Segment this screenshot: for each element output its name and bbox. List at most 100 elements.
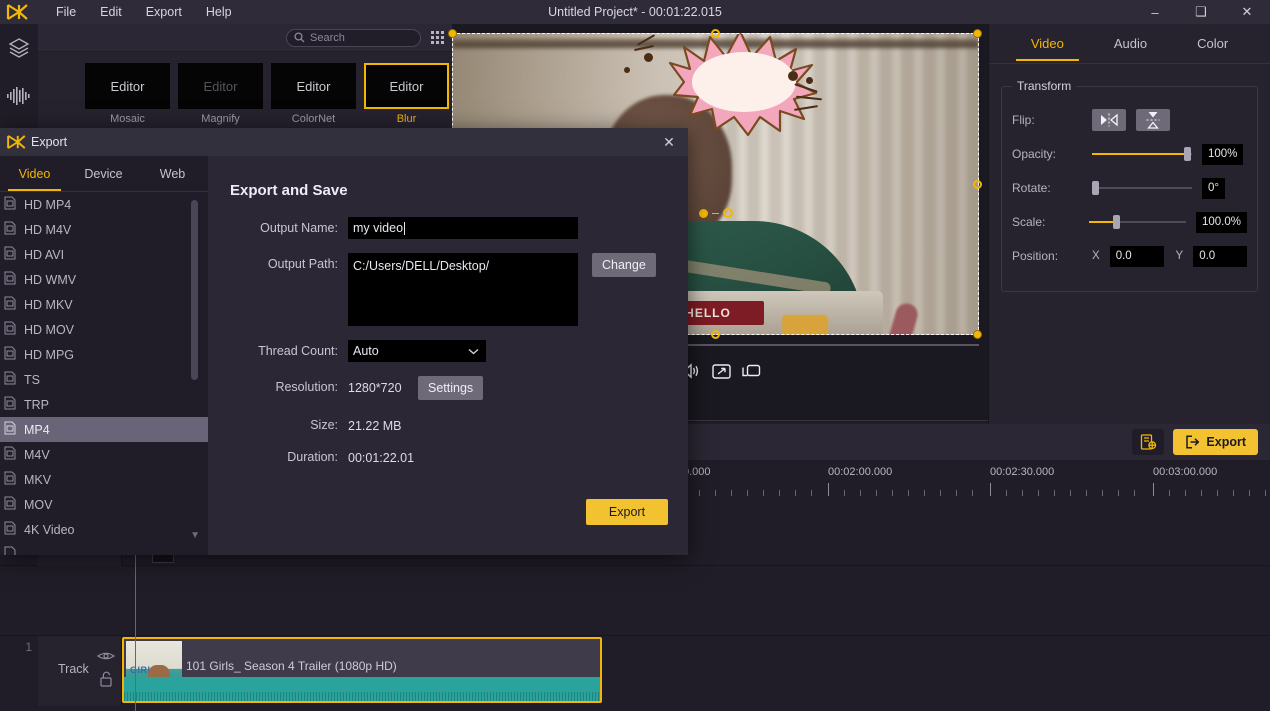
resize-handle-mr[interactable] xyxy=(973,180,982,189)
flip-horizontal-icon[interactable] xyxy=(1092,109,1126,131)
effect-magnify[interactable]: Editor Magnify xyxy=(178,63,263,125)
format-item[interactable]: TS xyxy=(0,367,208,392)
format-item[interactable]: MOV xyxy=(0,492,208,517)
effect-blur[interactable]: Editor Blur xyxy=(364,63,449,125)
change-path-button[interactable]: Change xyxy=(592,253,656,277)
format-file-icon xyxy=(4,496,16,513)
scale-slider[interactable] xyxy=(1089,215,1186,229)
format-file-icon xyxy=(4,321,16,338)
settings-button[interactable]: Settings xyxy=(418,376,484,400)
format-label: M4V xyxy=(24,447,50,462)
resize-handle-tr[interactable] xyxy=(973,29,982,38)
position-x-input[interactable]: 0.0 xyxy=(1109,245,1164,267)
format-item-partial[interactable] xyxy=(0,542,208,555)
effect-mosaic[interactable]: Editor Mosaic xyxy=(85,63,170,125)
tab-audio[interactable]: Audio xyxy=(1112,27,1149,60)
fullscreen-icon[interactable] xyxy=(712,363,731,379)
format-file-icon xyxy=(4,371,16,388)
dialog-tab-video[interactable]: Video xyxy=(0,158,69,191)
flip-vertical-icon[interactable] xyxy=(1136,109,1170,131)
slider-knob[interactable] xyxy=(1113,215,1121,229)
scale-value[interactable]: 100.0% xyxy=(1195,211,1247,233)
tab-color[interactable]: Color xyxy=(1195,27,1230,60)
format-file-icon xyxy=(4,446,16,463)
resize-handle-br[interactable] xyxy=(973,330,982,339)
format-list[interactable]: HD MP4 HD M4V HD AVI HD WMV HD MKV HD MO… xyxy=(0,192,208,555)
format-scrollbar[interactable] xyxy=(191,196,198,541)
format-item[interactable]: MKV xyxy=(0,467,208,492)
resize-handle-tl[interactable] xyxy=(448,29,457,38)
opacity-slider[interactable] xyxy=(1092,147,1192,161)
format-label: HD WMV xyxy=(24,272,77,287)
format-item[interactable]: HD MKV xyxy=(0,292,208,317)
eye-icon[interactable] xyxy=(97,650,115,662)
maximize-button[interactable]: ❑ xyxy=(1178,0,1224,24)
size-value: 21.22 MB xyxy=(348,419,402,433)
track-body-1[interactable]: GIRLS 101 Girls_ Season 4 Trailer (1080p… xyxy=(122,636,1270,706)
unlock-icon[interactable] xyxy=(99,671,113,687)
close-button[interactable]: ✕ xyxy=(1224,0,1270,24)
dialog-export-button[interactable]: Export xyxy=(586,499,668,525)
format-item[interactable]: HD MPG xyxy=(0,342,208,367)
format-item-selected[interactable]: MP4 xyxy=(0,417,208,442)
ruler-tick-major xyxy=(828,483,829,496)
effects-row: Editor Mosaic Editor Magnify Editor Colo… xyxy=(38,52,452,125)
render-settings-icon[interactable] xyxy=(1132,429,1165,455)
opacity-value[interactable]: 100% xyxy=(1202,143,1244,165)
transform-pivot-handle[interactable] xyxy=(699,208,733,218)
grid-view-icon[interactable] xyxy=(431,31,444,44)
dialog-close-button[interactable]: ✕ xyxy=(658,132,680,152)
effect-label: Mosaic xyxy=(110,113,145,125)
export-arrow-icon xyxy=(1186,435,1200,449)
format-item[interactable]: 4K Video xyxy=(0,517,208,542)
output-name-input[interactable]: my video xyxy=(348,217,578,239)
minimize-button[interactable]: – xyxy=(1132,0,1178,24)
track-header-1[interactable]: 1 Track xyxy=(25,636,122,706)
dialog-title-bar: Export ✕ xyxy=(0,128,688,156)
format-item[interactable]: M4V xyxy=(0,442,208,467)
export-form: Export and Save Output Name: my video Ou… xyxy=(208,156,688,555)
rotate-value[interactable]: 0° xyxy=(1202,177,1225,199)
menu-edit[interactable]: Edit xyxy=(88,2,134,22)
properties-tabs: Video Audio Color xyxy=(989,24,1270,64)
format-item[interactable]: TRP xyxy=(0,392,208,417)
dialog-tab-device[interactable]: Device xyxy=(69,158,138,190)
clip-audio-band xyxy=(124,677,600,701)
scrollbar-thumb[interactable] xyxy=(191,200,198,380)
layers-icon[interactable] xyxy=(0,24,38,72)
effects-browser: Search Editor Mosaic Editor Magnify Edit… xyxy=(38,24,452,129)
format-item[interactable]: HD MOV xyxy=(0,317,208,342)
ruler-tick-major xyxy=(1153,483,1154,496)
output-name-row: Output Name: my video xyxy=(230,217,666,239)
slider-knob[interactable] xyxy=(1184,147,1191,161)
scroll-down-arrow-icon[interactable]: ▼ xyxy=(190,530,200,541)
effect-colornet[interactable]: Editor ColorNet xyxy=(271,63,356,125)
menu-export[interactable]: Export xyxy=(134,2,194,22)
resize-handle-bc[interactable] xyxy=(711,330,720,339)
format-item[interactable]: HD AVI xyxy=(0,242,208,267)
effect-label: Magnify xyxy=(201,113,240,125)
format-file-icon xyxy=(4,546,16,555)
window-controls: – ❑ ✕ xyxy=(1132,0,1270,24)
pivot-dot xyxy=(699,208,708,218)
audio-waveform-icon[interactable] xyxy=(0,72,38,120)
format-label: 4K Video xyxy=(24,522,75,537)
output-path-input[interactable]: C:/Users/DELL/Desktop/ xyxy=(348,253,578,326)
search-input[interactable]: Search xyxy=(286,28,421,47)
resize-handle-tc[interactable] xyxy=(711,29,720,38)
slider-knob[interactable] xyxy=(1092,181,1099,195)
pip-icon[interactable] xyxy=(742,364,761,379)
rotate-slider[interactable] xyxy=(1092,181,1192,195)
thread-count-select[interactable]: Auto xyxy=(348,340,486,362)
video-clip[interactable]: GIRLS 101 Girls_ Season 4 Trailer (1080p… xyxy=(122,637,602,703)
tab-video[interactable]: Video xyxy=(1015,27,1079,61)
export-button[interactable]: Export xyxy=(1173,429,1258,455)
menu-file[interactable]: File xyxy=(44,2,88,22)
position-y-input[interactable]: 0.0 xyxy=(1193,245,1247,267)
effect-thumbnail: Editor xyxy=(85,63,170,109)
format-item[interactable]: HD M4V xyxy=(0,217,208,242)
menu-help[interactable]: Help xyxy=(194,2,244,22)
format-item[interactable]: HD MP4 xyxy=(0,192,208,217)
dialog-tab-web[interactable]: Web xyxy=(138,158,207,190)
format-item[interactable]: HD WMV xyxy=(0,267,208,292)
